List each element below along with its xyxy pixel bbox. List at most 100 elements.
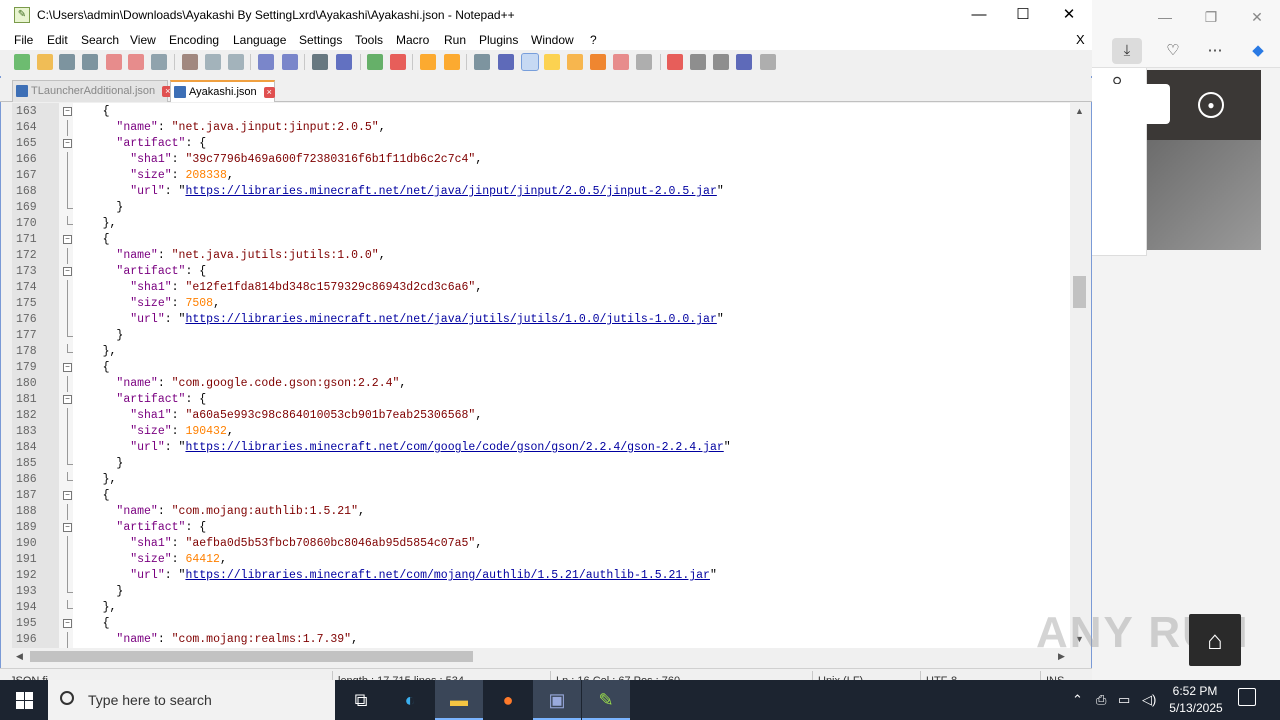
notification-center-icon[interactable] [1238,688,1256,706]
edge-search-box[interactable] [1098,84,1170,124]
menu-encoding[interactable]: Encoding [169,33,219,47]
close-all-icon[interactable] [128,54,144,70]
file-explorer-icon[interactable]: ▬ [435,680,483,720]
indent-guide-icon[interactable] [521,53,539,71]
code-line[interactable]: 192 "url": "https://libraries.minecraft.… [12,568,1070,584]
edge-close-icon[interactable]: ✕ [1242,6,1272,28]
fold-collapse-icon[interactable]: − [63,523,72,532]
code-line[interactable]: 163 − { [12,104,1070,120]
code-line[interactable]: 183 "size": 190432, [12,424,1070,440]
code-line[interactable]: 186 }, [12,472,1070,488]
menu-plugins[interactable]: Plugins [479,33,518,47]
menu-tools[interactable]: Tools [355,33,383,47]
redo-icon[interactable] [282,54,298,70]
menu-run[interactable]: Run [444,33,466,47]
zoom-out-icon[interactable] [390,54,406,70]
code-line[interactable]: 187 − { [12,488,1070,504]
minimize-button[interactable]: — [956,0,1002,30]
fold-collapse-icon[interactable]: − [63,107,72,116]
fold-collapse-icon[interactable]: − [63,267,72,276]
close-document-button[interactable]: X [1076,32,1085,47]
record-macro-icon[interactable] [667,54,683,70]
code-line[interactable]: 188 "name": "com.mojang:authlib:1.5.21", [12,504,1070,520]
fold-collapse-icon[interactable]: − [63,395,72,404]
zoom-in-icon[interactable] [367,54,383,70]
scroll-up-icon[interactable]: ▲ [1075,106,1084,116]
url-link[interactable]: https://libraries.minecraft.net/net/java… [185,313,716,326]
menu-window[interactable]: Window [531,33,574,47]
scroll-left-icon[interactable]: ◀ [16,651,23,662]
sync-vertical-icon[interactable] [420,54,436,70]
url-link[interactable]: https://libraries.minecraft.net/net/java… [185,185,716,198]
stop-macro-icon[interactable] [690,54,706,70]
cut-icon[interactable] [182,54,198,70]
url-link[interactable]: https://libraries.minecraft.net/com/goog… [185,441,723,454]
fold-collapse-icon[interactable]: − [63,619,72,628]
url-link[interactable]: https://libraries.minecraft.net/com/moja… [185,569,710,582]
menu-language[interactable]: Language [233,33,286,47]
open-file-icon[interactable] [37,54,53,70]
fold-collapse-icon[interactable]: − [63,139,72,148]
notepadpp-taskbar-icon[interactable]: ✎ [582,680,630,720]
close-button[interactable]: ✕ [1046,0,1092,30]
code-line[interactable]: 196 "name": "com.mojang:realms:1.7.39", [12,632,1070,648]
close-icon[interactable] [106,54,122,70]
menu-edit[interactable]: Edit [47,33,68,47]
code-line[interactable]: 165 − "artifact": { [12,136,1070,152]
show-hidden-icons-icon[interactable]: ⌃ [1072,692,1083,708]
code-line[interactable]: 182 "sha1": "a60a5e993c98c864010053cb901… [12,408,1070,424]
code-line[interactable]: 184 "url": "https://libraries.minecraft.… [12,440,1070,456]
horizontal-scroll-thumb[interactable] [30,651,473,662]
undo-icon[interactable] [258,54,274,70]
code-line[interactable]: 174 "sha1": "e12fe1fda814bd348c1579329c8… [12,280,1070,296]
code-line[interactable]: 171 − { [12,232,1070,248]
paste-icon[interactable] [228,54,244,70]
clock-time[interactable]: 6:52 PM [1172,684,1218,698]
heartbeat-icon[interactable]: ♡ [1158,38,1188,64]
new-file-icon[interactable] [14,54,30,70]
vertical-scrollbar[interactable] [1070,103,1089,648]
code-line[interactable]: 168 "url": "https://libraries.minecraft.… [12,184,1070,200]
copy-icon[interactable] [205,54,221,70]
word-wrap-icon[interactable] [474,54,490,70]
show-all-chars-icon[interactable] [498,54,514,70]
save-all-icon[interactable] [82,54,98,70]
more-options-icon[interactable]: ⋯ [1200,38,1230,64]
folder-workspace-icon[interactable] [613,54,629,70]
copilot-icon[interactable]: ◆ [1243,38,1273,64]
edge-taskbar-icon[interactable]: ◐ [386,680,434,720]
code-line[interactable]: 179 − { [12,360,1070,376]
menu-macro[interactable]: Macro [396,33,429,47]
code-line[interactable]: 195 − { [12,616,1070,632]
edge-minimize-icon[interactable]: — [1150,6,1180,28]
installer-icon[interactable]: ▣ [533,680,581,720]
run-macro-multiple-icon[interactable] [736,54,752,70]
clock-date[interactable]: 5/13/2025 [1168,701,1224,715]
code-line[interactable]: 177 } [12,328,1070,344]
save-icon[interactable] [59,54,75,70]
sync-horizontal-icon[interactable] [444,54,460,70]
code-line[interactable]: 181 − "artifact": { [12,392,1070,408]
firefox-icon[interactable]: ● [484,680,532,720]
code-line[interactable]: 180 "name": "com.google.code.gson:gson:2… [12,376,1070,392]
code-line[interactable]: 189 − "artifact": { [12,520,1070,536]
menu-search[interactable]: Search [81,33,119,47]
task-view-icon[interactable]: ⧉ [337,680,385,720]
print-icon[interactable] [151,54,167,70]
code-line[interactable]: 167 "size": 208338, [12,168,1070,184]
profile-icon[interactable]: ● [1198,92,1224,118]
function-list-icon[interactable] [590,54,606,70]
code-line[interactable]: 170 }, [12,216,1070,232]
code-line[interactable]: 190 "sha1": "aefba0d5b53fbcb70860bc8046a… [12,536,1070,552]
menu-settings[interactable]: Settings [299,33,342,47]
volume-icon[interactable]: ◁) [1142,692,1156,708]
menu-help[interactable]: ? [590,33,597,47]
code-line[interactable]: 178 }, [12,344,1070,360]
download-icon[interactable]: ⤓ [1112,38,1142,64]
start-button[interactable] [0,680,48,720]
close-tab-icon[interactable]: × [263,87,275,98]
code-line[interactable]: 169 } [12,200,1070,216]
fold-collapse-icon[interactable]: − [63,363,72,372]
code-line[interactable]: 175 "size": 7508, [12,296,1070,312]
code-line[interactable]: 185 } [12,456,1070,472]
